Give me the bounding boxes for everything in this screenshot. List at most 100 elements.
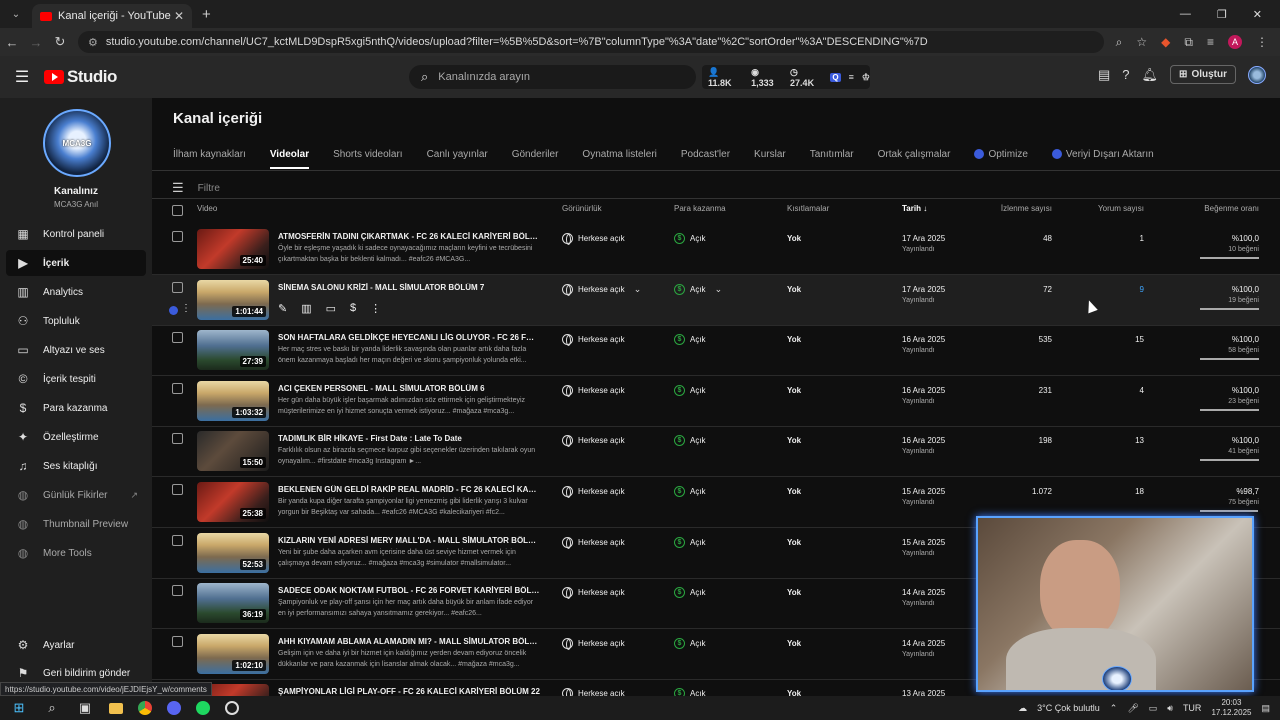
sidebar-item-content-detection[interactable]: © İçerik tespiti: [6, 366, 146, 392]
tab-shorts[interactable]: Shorts videoları: [333, 142, 402, 166]
table-row[interactable]: 25:40 ATMOSFERİN TADINI ÇIKARTMAK - FC 26…: [152, 224, 1280, 275]
restore-icon[interactable]: ❐: [1217, 8, 1227, 21]
options-icon[interactable]: ⋮: [370, 302, 381, 315]
video-title[interactable]: ATMOSFERİN TADINI ÇIKARTMAK - FC 26 KALE…: [278, 232, 540, 241]
row-checkbox[interactable]: [172, 635, 183, 647]
file-explorer-icon[interactable]: [109, 702, 123, 714]
tab-close-icon[interactable]: ✕: [174, 9, 184, 23]
visibility-cell[interactable]: Herkese açık ⌄: [562, 283, 642, 296]
url-field[interactable]: ⚙ studio.youtube.com/channel/UC7_kctMLD9…: [78, 31, 1104, 53]
weather-text[interactable]: 3°C Çok bulutlu: [1037, 703, 1100, 713]
list-icon[interactable]: ≡: [849, 72, 854, 82]
video-thumbnail[interactable]: 52:53: [197, 532, 269, 573]
extension-fox-icon[interactable]: ◆: [1161, 35, 1170, 49]
sidebar-item-more-tools[interactable]: ◍ More Tools: [6, 540, 146, 566]
video-thumbnail[interactable]: 15:50: [197, 431, 269, 472]
sidebar-item-thumbnail-preview[interactable]: ◍ Thumbnail Preview: [6, 511, 146, 537]
account-avatar[interactable]: [1248, 65, 1266, 84]
windows-start-icon[interactable]: ⊞: [10, 699, 28, 717]
tab-live[interactable]: Canlı yayınlar: [427, 142, 488, 166]
chevron-down-icon[interactable]: ⌄: [715, 284, 723, 295]
more-icon[interactable]: ⋮: [181, 303, 191, 314]
filter-icon[interactable]: ☰: [172, 180, 184, 196]
video-thumbnail[interactable]: 25:40: [197, 229, 269, 269]
column-header-views[interactable]: İzlenme sayısı: [982, 204, 1052, 213]
search-icon[interactable]: ⌕: [43, 699, 61, 717]
video-thumbnail[interactable]: 25:38: [197, 482, 269, 522]
tab-collaborations[interactable]: Ortak çalışmalar: [878, 142, 951, 166]
chrome-icon[interactable]: [138, 701, 152, 715]
column-header-date[interactable]: Tarih ↓: [902, 204, 927, 213]
row-checkbox[interactable]: [172, 534, 183, 546]
sidebar-item-monetization[interactable]: $ Para kazanma: [6, 395, 146, 421]
tab-export-data[interactable]: Veriyi Dışarı Aktarın: [1051, 142, 1154, 166]
spotify-icon[interactable]: [196, 701, 210, 715]
channel-avatar[interactable]: MCA3G: [43, 109, 111, 177]
tab-promotions[interactable]: Tanıtımlar: [810, 142, 854, 166]
column-header-monetization[interactable]: Para kazanma: [674, 204, 726, 213]
search-input[interactable]: ⌕ Kanalınızda arayın: [409, 65, 696, 89]
close-window-icon[interactable]: ✕: [1253, 8, 1262, 21]
column-header-likes[interactable]: Beğenme oranı: [1182, 204, 1259, 213]
select-all-checkbox[interactable]: [172, 205, 183, 216]
comments-cell[interactable]: 9: [1102, 285, 1144, 294]
messages-icon[interactable]: ▤: [1098, 67, 1110, 83]
forward-icon[interactable]: →: [24, 35, 48, 50]
video-title[interactable]: SON HAFTALARA GELDİKÇE HEYECANLI LİG OLU…: [278, 333, 540, 342]
browser-menu-icon[interactable]: ⋮: [1256, 35, 1268, 49]
row-checkbox[interactable]: [172, 585, 183, 597]
edit-pencil-icon[interactable]: ✎: [278, 302, 287, 315]
video-thumbnail[interactable]: 36:19: [197, 583, 269, 624]
obs-icon[interactable]: [225, 701, 239, 715]
menu-icon[interactable]: ☰: [0, 67, 44, 87]
create-button[interactable]: ⊞ Oluştur: [1170, 65, 1236, 84]
table-row[interactable]: 1:03:32 ACI ÇEKEN PERSONEL - MALL SİMULAT…: [152, 376, 1280, 427]
column-header-comments[interactable]: Yorum sayısı: [1072, 204, 1144, 213]
row-checkbox[interactable]: [172, 484, 183, 495]
clock[interactable]: 20:03 17.12.2025: [1211, 698, 1251, 718]
video-thumbnail[interactable]: 27:39: [197, 330, 269, 371]
reading-list-icon[interactable]: ≡: [1207, 35, 1214, 49]
sidebar-item-dashboard[interactable]: ▦ Kontrol paneli: [6, 221, 146, 247]
tab-playlists[interactable]: Oynatma listeleri: [582, 142, 656, 166]
video-title[interactable]: AHH KIYAMAM ABLAMA ALAMADIN MI? - MALL S…: [278, 637, 540, 646]
extensions-puzzle-icon[interactable]: ⧉: [1184, 35, 1193, 50]
monetization-cell[interactable]: $ Açık ⌄: [674, 283, 723, 295]
notifications-icon[interactable]: ▤: [1261, 703, 1270, 714]
chevron-down-icon[interactable]: ⌄: [634, 284, 642, 295]
sidebar-item-content[interactable]: ▶ İçerik: [6, 250, 146, 276]
bookmark-star-icon[interactable]: ☆: [1136, 35, 1147, 49]
row-checkbox[interactable]: [172, 382, 183, 394]
row-checkbox[interactable]: [172, 332, 183, 344]
row-checkbox[interactable]: [172, 433, 183, 445]
new-tab-icon[interactable]: +: [202, 6, 211, 23]
tab-optimize[interactable]: Optimize: [974, 142, 1028, 166]
video-thumbnail[interactable]: 1:01:44: [197, 279, 269, 320]
video-title[interactable]: ACI ÇEKEN PERSONEL - MALL SİMULATOR BÖLÜ…: [278, 384, 540, 393]
sidebar-item-settings[interactable]: ⚙ Ayarlar: [6, 632, 146, 658]
table-row[interactable]: 27:39 SON HAFTALARA GELDİKÇE HEYECANLI Lİ…: [152, 325, 1280, 377]
back-icon[interactable]: ←: [0, 35, 24, 50]
video-title[interactable]: SADECE ODAK NOKTAM FUTBOL - FC 26 FORVET…: [278, 586, 540, 595]
table-row[interactable]: 15:50 TADIMLIK BİR HİKAYE - First Date : …: [152, 426, 1280, 478]
zoom-icon[interactable]: ⌕: [1116, 35, 1123, 50]
sidebar-item-customization[interactable]: ✦ Özelleştirme: [6, 424, 146, 450]
table-row[interactable]: 1:01:44 SİNEMA SALONU KRİZİ - MALL SİMULA…: [152, 274, 1280, 326]
tab-search-icon[interactable]: ⌄: [4, 4, 28, 24]
row-checkbox[interactable]: [172, 231, 183, 242]
volume-icon[interactable]: 🔊︎: [1167, 703, 1173, 714]
video-title[interactable]: TADIMLIK BİR HİKAYE - First Date : Late …: [278, 434, 540, 443]
network-icon[interactable]: ▭: [1149, 703, 1158, 714]
column-header-visibility[interactable]: Görünürlük: [562, 204, 602, 213]
minimize-icon[interactable]: —: [1180, 8, 1191, 21]
monetization-dollar-icon[interactable]: $: [350, 302, 356, 315]
tab-courses[interactable]: Kurslar: [754, 142, 786, 166]
sidebar-item-daily-ideas[interactable]: ◍ Günlük Fikirler ↗: [6, 482, 146, 508]
video-title[interactable]: KIZLARIN YENİ ADRESİ MERY MALL'DA - MALL…: [278, 536, 540, 545]
notifications-bell-icon[interactable]: 🔔︎: [1142, 67, 1159, 83]
tray-chevron-icon[interactable]: ⌃: [1110, 703, 1118, 714]
site-info-icon[interactable]: ⚙: [88, 36, 98, 49]
profile-avatar[interactable]: A: [1228, 35, 1242, 49]
tab-posts[interactable]: Gönderiler: [512, 142, 559, 166]
video-title[interactable]: BEKLENEN GÜN GELDİ RAKİP REAL MADRİD - F…: [278, 485, 540, 494]
